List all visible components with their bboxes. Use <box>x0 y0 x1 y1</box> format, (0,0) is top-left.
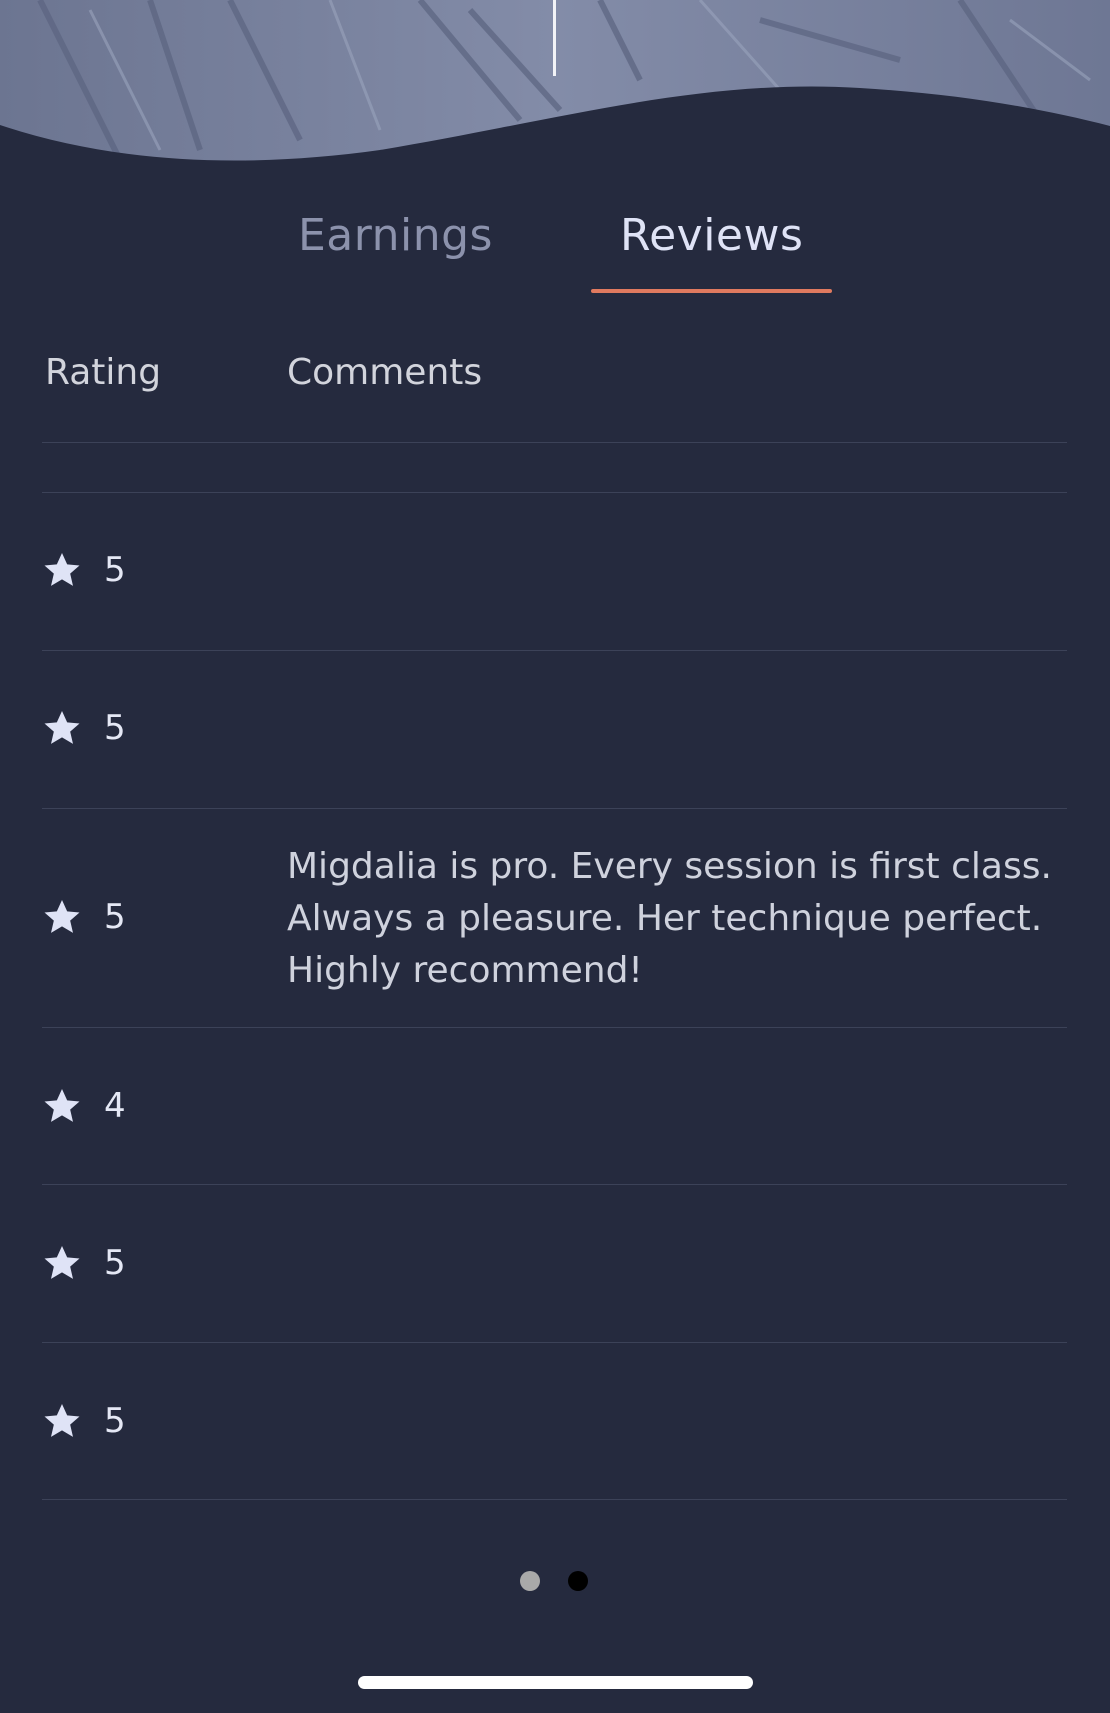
review-comment: Migdalia is pro. Every session is first … <box>287 846 1052 991</box>
rating-cell: 5 <box>42 708 126 748</box>
rating-value: 5 <box>104 1243 126 1283</box>
rating-value: 5 <box>104 897 126 937</box>
rating-cell: 5 <box>42 550 126 590</box>
rating-cell: 5 <box>42 1243 126 1283</box>
rating-value: 4 <box>104 1086 126 1126</box>
star-icon <box>44 1089 80 1122</box>
star-icon <box>44 553 80 586</box>
table-header: Rating Comments <box>0 352 1110 402</box>
star-icon <box>44 1246 80 1279</box>
star-icon <box>44 900 80 933</box>
page-dot-1[interactable] <box>520 1571 540 1591</box>
rating-column-header: Rating <box>45 352 162 393</box>
review-row[interactable]: 5 <box>42 1343 1067 1499</box>
review-row[interactable]: 4 <box>42 1028 1067 1184</box>
comments-column-header: Comments <box>287 352 483 393</box>
review-row[interactable]: 5 <box>42 651 1067 808</box>
tab-earnings[interactable]: Earnings <box>298 210 493 261</box>
rating-value: 5 <box>104 708 126 748</box>
rating-value: 5 <box>104 550 126 590</box>
review-row[interactable]: 5 Migdalia is pro. Every session is firs… <box>42 809 1067 1027</box>
row-divider <box>42 1499 1067 1500</box>
rating-value: 5 <box>104 1401 126 1441</box>
tab-bar: Earnings Reviews <box>0 210 1110 293</box>
star-icon <box>44 1404 80 1437</box>
star-icon <box>44 711 80 744</box>
header-photo <box>0 0 1110 170</box>
home-indicator[interactable] <box>358 1676 753 1689</box>
tab-reviews[interactable]: Reviews <box>620 210 803 261</box>
review-row[interactable]: 5 <box>42 1185 1067 1342</box>
page-indicator <box>520 1571 590 1593</box>
review-row[interactable]: 5 <box>42 493 1067 650</box>
page-dot-2[interactable] <box>568 1571 588 1591</box>
rating-cell: 5 <box>42 897 126 937</box>
rating-cell: 4 <box>42 1086 126 1126</box>
tab-selected-indicator <box>591 289 832 293</box>
rating-cell: 5 <box>42 1401 126 1441</box>
header-divider <box>42 442 1067 443</box>
